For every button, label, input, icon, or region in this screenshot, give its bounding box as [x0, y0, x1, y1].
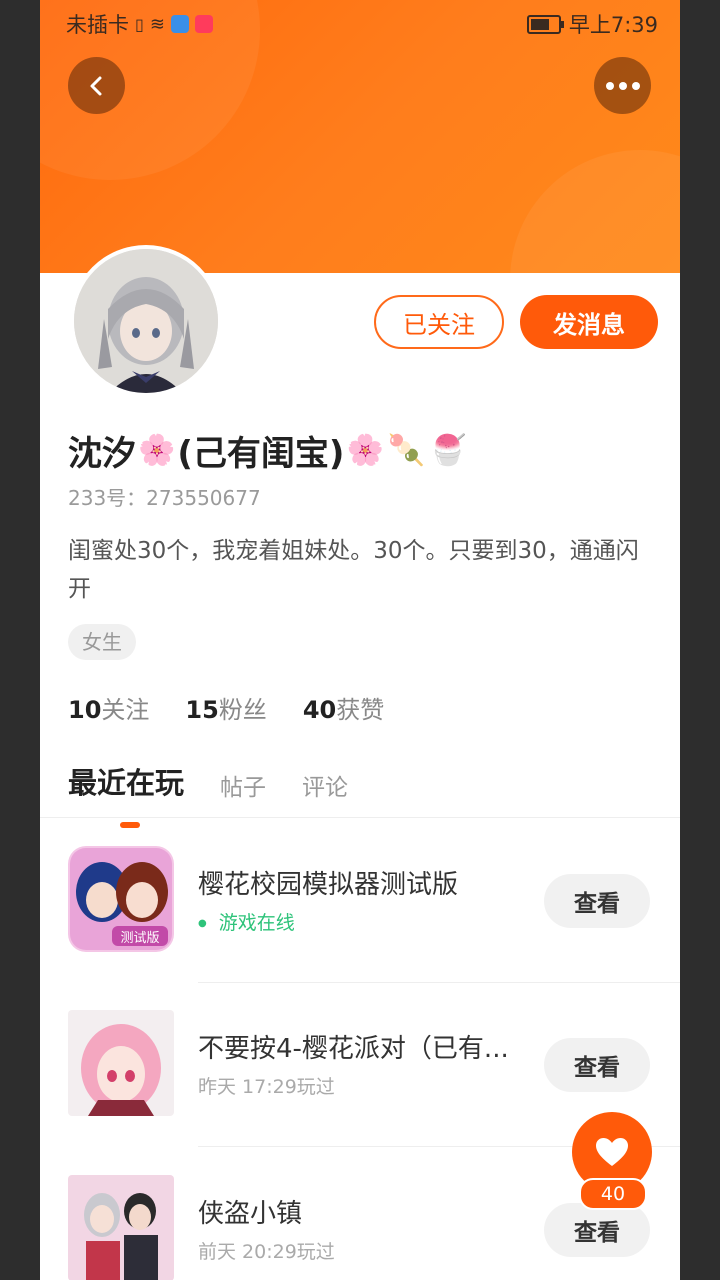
tab-comments[interactable]: 评论	[302, 768, 348, 802]
clock: 早上7:39	[568, 13, 658, 37]
heart-icon	[596, 1138, 628, 1166]
status-bar: 未插卡 ▯ ≋ 早上7:39	[40, 0, 680, 44]
chevron-left-icon	[90, 76, 101, 95]
profile-screen: 未插卡 ▯ ≋ 早上7:39 已关注 发消息 沈汐 🌸 (己有闺宝) 🌸 🍡 🍧…	[40, 0, 680, 1280]
emoji-cherry-blossom: 🌸	[346, 433, 384, 468]
game-title: 侠盗小镇	[198, 1199, 303, 1229]
app-notification-icon	[170, 15, 189, 33]
game-last-played: 昨天 17:29玩过	[198, 1076, 335, 1098]
carrier-label: 未插卡	[66, 13, 129, 37]
svg-text:测试版: 测试版	[120, 931, 159, 946]
stats-row: 10关注 15粉丝 40获赞	[68, 690, 384, 725]
divider	[40, 817, 680, 818]
game-icon-image	[68, 1010, 174, 1116]
like-count-badge: 40	[579, 1178, 647, 1210]
followed-button[interactable]: 已关注	[374, 295, 504, 349]
game-icon-image	[68, 1175, 174, 1280]
divider	[198, 982, 680, 983]
game-last-played: 前天 20:29玩过	[198, 1241, 335, 1263]
more-dots-icon	[605, 81, 640, 90]
view-button[interactable]: 查看	[544, 1038, 650, 1092]
name-text-middle: (己有闺宝)	[177, 434, 345, 474]
profile-name: 沈汐 🌸 (己有闺宝) 🌸 🍡 🍧	[68, 426, 469, 475]
avatar-image	[74, 249, 218, 393]
gender-tag: 女生	[68, 624, 136, 660]
tab-bar: 最近在玩 帖子 评论	[68, 760, 348, 828]
game-icon-image: 测试版	[68, 846, 174, 952]
list-item[interactable]: 测试版 樱花校园模拟器测试版 游戏在线 查看	[40, 846, 680, 986]
view-button[interactable]: 查看	[544, 874, 650, 928]
send-message-button[interactable]: 发消息	[520, 295, 658, 349]
wifi-icon: ≋	[149, 13, 165, 35]
battery-icon	[526, 14, 564, 34]
tab-posts[interactable]: 帖子	[220, 768, 266, 802]
name-text: 沈汐	[68, 434, 136, 474]
game-title: 樱花校园模拟器测试版	[198, 870, 459, 900]
game-title: 不要按4-樱花派对（已有...	[198, 1034, 509, 1064]
sim-icon: ▯	[135, 14, 144, 34]
following-stat[interactable]: 10关注	[68, 690, 149, 725]
emoji-shaved-ice: 🍧	[429, 433, 467, 468]
more-button[interactable]	[594, 57, 651, 114]
view-button[interactable]: 查看	[544, 1203, 650, 1257]
back-button[interactable]	[68, 57, 125, 114]
tab-recently-played[interactable]: 最近在玩	[68, 760, 184, 828]
app-notification-icon	[194, 15, 213, 33]
avatar[interactable]	[70, 245, 222, 397]
likes-stat[interactable]: 40获赞	[303, 690, 384, 725]
bio-text: 闺蜜处30个，我宠着姐妹处。30个。只要到30，通通闪开	[68, 538, 639, 602]
user-id: 233号：273550677	[68, 486, 261, 510]
emoji-dango: 🍡	[387, 433, 426, 468]
game-status: 游戏在线	[198, 908, 295, 935]
emoji-cherry-blossom: 🌸	[138, 433, 176, 468]
fans-stat[interactable]: 15粉丝	[185, 690, 266, 725]
